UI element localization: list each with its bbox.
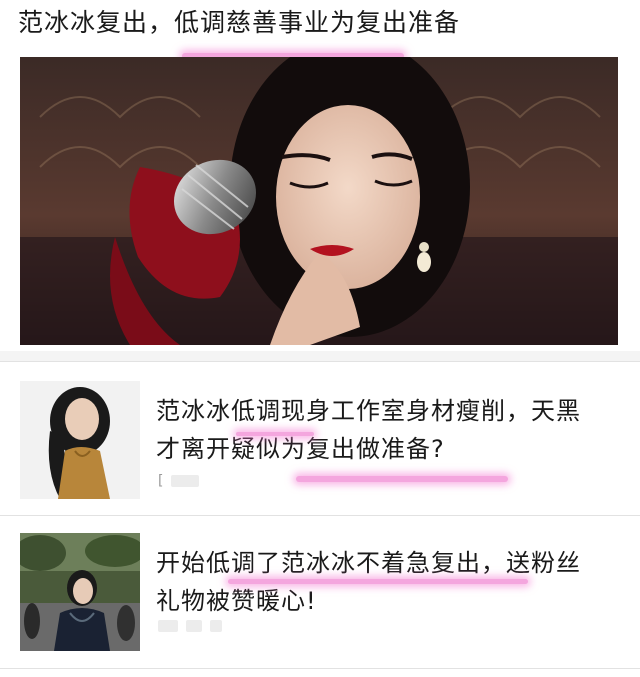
article-thumbnail[interactable] — [20, 381, 140, 499]
thumbnail-photo — [20, 381, 140, 499]
divider — [0, 668, 640, 669]
divider — [0, 361, 640, 362]
meta-placeholder — [210, 620, 222, 632]
section-gap — [0, 351, 640, 361]
article-title[interactable]: 开始低调了范冰冰不着急复出，送粉丝礼物被赞暖心! — [156, 544, 586, 624]
article-title-highlight — [228, 579, 528, 584]
hero-photo-illustration — [20, 57, 618, 345]
article-title-highlight — [296, 476, 508, 482]
article-meta: [ — [158, 473, 200, 489]
meta-text: [ — [158, 473, 164, 489]
meta-placeholder — [186, 620, 202, 632]
article-title[interactable]: 范冰冰低调现身工作室身材瘦削，天黑才离开疑似为复出做准备? — [156, 392, 586, 472]
article-title-highlight — [236, 432, 314, 436]
headline-title[interactable]: 范冰冰复出，低调慈善事业为复出准备 — [18, 6, 628, 40]
meta-placeholder — [158, 620, 178, 632]
meta-placeholder — [171, 475, 200, 487]
article-meta — [158, 620, 222, 632]
thumbnail-photo — [20, 533, 140, 651]
divider — [0, 515, 640, 516]
hero-image[interactable] — [20, 57, 618, 345]
article-thumbnail[interactable] — [20, 533, 140, 651]
